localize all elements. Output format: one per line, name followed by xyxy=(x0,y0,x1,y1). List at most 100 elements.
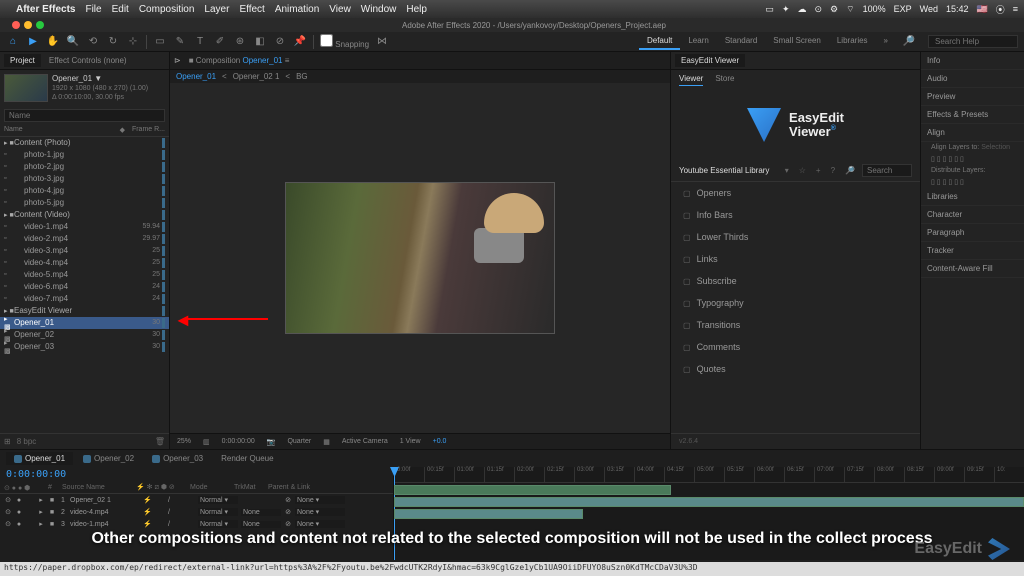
tl-tab[interactable]: Opener_01 xyxy=(6,452,73,465)
menubar-icon[interactable]: ⊙ xyxy=(814,4,822,15)
panel-libraries[interactable]: Libraries xyxy=(921,188,1024,206)
menu-composition[interactable]: Composition xyxy=(139,4,195,15)
ee-category[interactable]: ▢Typography xyxy=(671,292,920,314)
brush-tool[interactable]: ✐ xyxy=(213,35,227,49)
menubar-icon[interactable]: ⚙ xyxy=(830,4,838,15)
bpc-toggle[interactable]: 8 bpc xyxy=(17,437,37,446)
ee-category[interactable]: ▢Lower Thirds xyxy=(671,226,920,248)
menu-window[interactable]: Window xyxy=(361,4,397,15)
panel-tracker[interactable]: Tracker xyxy=(921,242,1024,260)
res-select[interactable]: Quarter xyxy=(284,438,314,445)
hand-tool[interactable]: ✋ xyxy=(46,35,60,49)
zoom-button[interactable] xyxy=(36,21,44,29)
layer-bar[interactable] xyxy=(394,497,1024,507)
project-item[interactable]: ▫photo-2.jpg xyxy=(0,161,169,173)
grid-icon[interactable]: ▦ xyxy=(320,438,333,446)
ee-tab-store[interactable]: Store xyxy=(715,74,734,86)
project-item[interactable]: ▫photo-5.jpg xyxy=(0,197,169,209)
ee-category[interactable]: ▢Quotes xyxy=(671,358,920,380)
time-display[interactable]: 0:00:00:00 xyxy=(219,438,258,445)
notif-icon[interactable]: ≡ xyxy=(1013,4,1018,14)
ee-category[interactable]: ▢Transitions xyxy=(671,314,920,336)
comp-name[interactable]: Opener_01 ▼ xyxy=(52,74,148,84)
menu-effect[interactable]: Effect xyxy=(239,4,264,15)
panel-audio[interactable]: Audio xyxy=(921,70,1024,88)
project-item[interactable]: ▫video-3.mp425 xyxy=(0,245,169,257)
exposure[interactable]: +0.0 xyxy=(430,438,450,445)
tab-effect-controls[interactable]: Effect Controls (none) xyxy=(43,54,133,67)
project-item[interactable]: ▫photo-4.jpg xyxy=(0,185,169,197)
snapping-checkbox[interactable] xyxy=(320,34,333,47)
timeline-layer[interactable]: ⊙●▸■1Opener_02 1⚡/Normal ▾ ⊘None ▾ xyxy=(0,494,393,506)
project-item[interactable]: ▸ ▩Opener_0230 xyxy=(0,329,169,341)
project-item[interactable]: ▫video-6.mp424 xyxy=(0,281,169,293)
clock-day[interactable]: Wed xyxy=(920,4,938,14)
rect-tool[interactable]: ▭ xyxy=(153,35,167,49)
app-name[interactable]: After Effects xyxy=(16,4,75,15)
layer-bar[interactable] xyxy=(394,485,671,495)
ee-category[interactable]: ▢Subscribe xyxy=(671,270,920,292)
project-item[interactable]: ▸ ■EasyEdit Viewer xyxy=(0,305,169,317)
zoom-tool[interactable]: 🔍 xyxy=(66,35,80,49)
trash-icon[interactable]: 🗑 xyxy=(155,437,165,446)
crumb[interactable]: Opener_02 1 xyxy=(233,72,280,81)
help-icon[interactable]: ? xyxy=(828,166,838,175)
snap-opt-icon[interactable]: ⋈ xyxy=(375,35,389,49)
menu-animation[interactable]: Animation xyxy=(275,4,319,15)
timeline-layer[interactable]: ⊙●▸■3video-1.mp4⚡/Normal ▾None ⊘None ▾ xyxy=(0,518,393,530)
chevron-down-icon[interactable]: ▾ xyxy=(782,166,792,175)
menu-view[interactable]: View xyxy=(329,4,351,15)
crumb[interactable]: Opener_01 xyxy=(176,72,216,81)
panel-caf[interactable]: Content-Aware Fill xyxy=(921,260,1024,278)
menubar-icon[interactable]: ▭ xyxy=(765,4,774,15)
library-dropdown[interactable]: Youtube Essential Library xyxy=(679,166,778,175)
project-search-input[interactable] xyxy=(4,109,165,122)
ws-tab-learn[interactable]: Learn xyxy=(680,33,716,50)
ws-tab-libraries[interactable]: Libraries xyxy=(829,33,876,50)
crumb[interactable]: BG xyxy=(296,72,308,81)
col-framerate[interactable]: Frame R... xyxy=(125,126,165,134)
ee-category[interactable]: ▢Openers xyxy=(671,182,920,204)
eraser-tool[interactable]: ◧ xyxy=(253,35,267,49)
minimize-button[interactable] xyxy=(24,21,32,29)
panel-effects[interactable]: Effects & Presets xyxy=(921,106,1024,124)
timecode[interactable]: 0:00:00:00 xyxy=(0,467,393,482)
project-item[interactable]: ▫video-4.mp425 xyxy=(0,257,169,269)
pen-tool[interactable]: ✎ xyxy=(173,35,187,49)
ws-tab-standard[interactable]: Standard xyxy=(717,33,765,50)
camera-select[interactable]: Active Camera xyxy=(339,438,391,445)
col-name[interactable]: Name xyxy=(4,126,120,134)
panel-info[interactable]: Info xyxy=(921,52,1024,70)
panel-align[interactable]: Align xyxy=(921,124,1024,142)
puppet-tool[interactable]: 📌 xyxy=(293,35,307,49)
tl-tab-render[interactable]: Render Queue xyxy=(213,452,281,465)
tab-project[interactable]: Project xyxy=(4,54,41,67)
project-item[interactable]: ▫photo-1.jpg xyxy=(0,149,169,161)
flag-icon[interactable]: 🇺🇸 xyxy=(977,4,988,15)
comp-viewport[interactable] xyxy=(170,83,670,433)
ee-search-input[interactable] xyxy=(862,164,912,177)
menubar-icon[interactable]: ☁ xyxy=(797,4,806,15)
ee-category[interactable]: ▢Info Bars xyxy=(671,204,920,226)
ws-more-icon[interactable]: » xyxy=(876,33,896,50)
project-item[interactable]: ▫photo-3.jpg xyxy=(0,173,169,185)
easyedit-tab[interactable]: EasyEdit Viewer xyxy=(675,54,745,67)
text-tool[interactable]: T xyxy=(193,35,207,49)
interp-icon[interactable]: ⊞ xyxy=(4,437,11,446)
dist-buttons[interactable]: ▯ ▯ ▯ ▯ ▯ ▯ xyxy=(921,176,1024,188)
search-help-input[interactable] xyxy=(928,35,1018,48)
menu-file[interactable]: File xyxy=(85,4,101,15)
view-select[interactable]: 1 View xyxy=(397,438,424,445)
snapshot-icon[interactable]: 📷 xyxy=(264,438,279,446)
roto-tool[interactable]: ⊘ xyxy=(273,35,287,49)
stamp-tool[interactable]: ⊛ xyxy=(233,35,247,49)
layer-bar[interactable] xyxy=(394,509,583,519)
spotlight-icon[interactable]: ⦿ xyxy=(996,3,1005,16)
anchor-tool[interactable]: ⊹ xyxy=(126,35,140,49)
menu-edit[interactable]: Edit xyxy=(112,4,129,15)
zoom-dropdown[interactable]: 25% xyxy=(174,438,194,445)
panel-character[interactable]: Character xyxy=(921,206,1024,224)
clock-time[interactable]: 15:42 xyxy=(946,4,969,14)
tl-tab[interactable]: Opener_02 xyxy=(75,452,142,465)
ee-category[interactable]: ▢Links xyxy=(671,248,920,270)
